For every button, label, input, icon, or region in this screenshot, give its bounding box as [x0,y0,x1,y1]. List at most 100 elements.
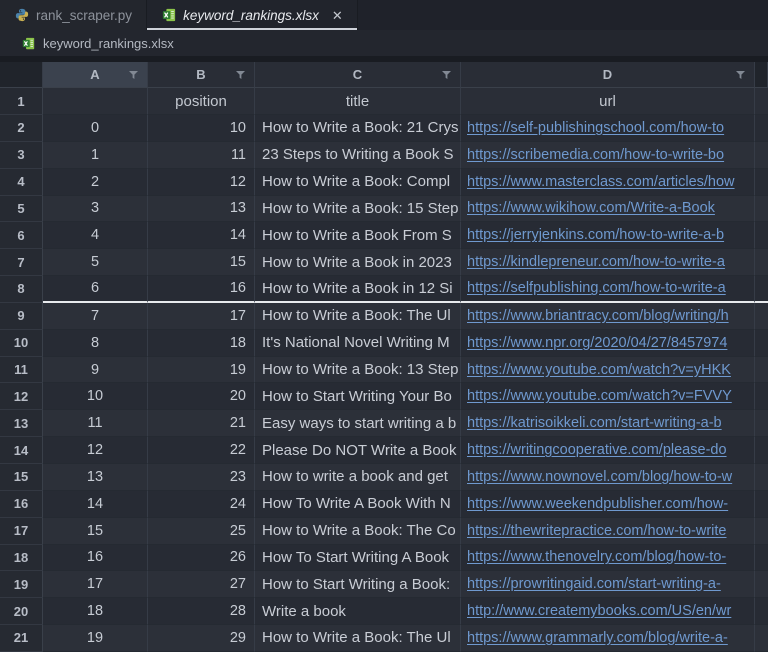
cell-index[interactable]: 10 [43,383,148,411]
url-link[interactable]: https://www.npr.org/2020/04/27/8457974 [467,335,727,351]
url-link[interactable]: https://www.youtube.com/watch?v=yHKK [467,362,731,378]
cell-index[interactable]: 11 [43,410,148,438]
cell-index[interactable]: 12 [43,437,148,464]
url-link[interactable]: https://prowritingaid.com/start-writing-… [467,576,721,592]
cell-title[interactable]: How to Write a Book From S [255,222,461,250]
row-number[interactable]: 15 [0,463,43,491]
tab-keyword-rankings[interactable]: keyword_rankings.xlsx ✕ [147,0,358,30]
cell-c1-title-header[interactable]: title [255,88,461,115]
cell-url[interactable]: https://jerryjenkins.com/how-to-write-a-… [461,222,755,250]
corner-cell[interactable] [0,62,43,88]
url-link[interactable]: https://www.briantracy.com/blog/writing/… [467,308,729,324]
cell-title[interactable]: How To Start Writing A Book [255,544,461,572]
url-link[interactable]: https://kindlepreneur.com/how-to-write-a [467,254,725,270]
cell-index[interactable]: 14 [43,490,148,518]
cell-index[interactable]: 0 [43,115,148,142]
cell-empty[interactable] [755,302,768,330]
row-number[interactable]: 5 [0,195,43,223]
cell-url[interactable]: https://self-publishingschool.com/how-to [461,115,755,142]
column-header-d[interactable]: D [461,62,755,88]
url-link[interactable]: https://www.wikihow.com/Write-a-Book [467,200,715,216]
filter-funnel-icon[interactable] [736,70,745,79]
filter-funnel-icon[interactable] [129,70,138,79]
cell-index[interactable]: 6 [43,276,148,303]
cell-empty[interactable] [755,356,768,384]
cell-empty[interactable] [755,276,768,303]
cell-index[interactable]: 18 [43,598,148,626]
cell-empty[interactable] [755,383,768,411]
cell-title[interactable]: How to Write a Book: The Ul [255,625,461,652]
row-number[interactable]: 3 [0,141,43,169]
cell-title[interactable]: Easy ways to start writing a b [255,410,461,438]
cell-position[interactable]: 17 [148,302,255,330]
cell-index[interactable]: 15 [43,517,148,545]
cell-position[interactable]: 11 [148,141,255,169]
cell-position[interactable]: 13 [148,195,255,223]
cell-url[interactable]: https://www.thenovelry.com/blog/how-to- [461,544,755,572]
column-header-c[interactable]: C [255,62,461,88]
cell-url[interactable]: https://www.briantracy.com/blog/writing/… [461,302,755,330]
filter-funnel-icon[interactable] [442,70,451,79]
cell-index[interactable]: 1 [43,141,148,169]
cell-position[interactable]: 22 [148,437,255,464]
row-number[interactable]: 18 [0,544,43,572]
column-header-a[interactable]: A [43,62,148,88]
cell-empty[interactable] [755,490,768,518]
cell-url[interactable]: https://scribemedia.com/how-to-write-bo [461,141,755,169]
tab-rank-scraper[interactable]: rank_scraper.py [0,0,148,30]
cell-title[interactable]: Write a book [255,598,461,626]
cell-index[interactable]: 9 [43,356,148,384]
cell-title[interactable]: Please Do NOT Write a Book [255,437,461,464]
cell-url[interactable]: https://www.npr.org/2020/04/27/8457974 [461,329,755,357]
cell-position[interactable]: 18 [148,329,255,357]
cell-d1-url-header[interactable]: url [461,88,755,115]
cell-position[interactable]: 21 [148,410,255,438]
row-number[interactable]: 11 [0,356,43,384]
row-number[interactable]: 16 [0,490,43,518]
cell-index[interactable]: 13 [43,463,148,491]
row-number[interactable]: 7 [0,249,43,277]
row-number[interactable]: 6 [0,222,43,250]
cell-url[interactable]: https://www.nownovel.com/blog/how-to-w [461,463,755,491]
cell-title[interactable]: How to Start Writing Your Bo [255,383,461,411]
cell-position[interactable]: 24 [148,490,255,518]
cell-a1[interactable] [43,88,148,115]
row-number[interactable]: 13 [0,410,43,438]
url-link[interactable]: http://www.createmybooks.com/US/en/wr [467,603,731,619]
cell-title[interactable]: How To Write A Book With N [255,490,461,518]
url-link[interactable]: https://www.masterclass.com/articles/how [467,174,735,190]
cell-title[interactable]: How to Write a Book: 21 Crys [255,115,461,142]
row-number[interactable]: 2 [0,115,43,142]
cell-index[interactable]: 2 [43,168,148,196]
cell-empty[interactable] [755,222,768,250]
cell-position[interactable]: 15 [148,249,255,277]
cell-url[interactable]: https://www.wikihow.com/Write-a-Book [461,195,755,223]
cell-title[interactable]: How to Write a Book: Compl [255,168,461,196]
cell-url[interactable]: https://katrisoikkeli.com/start-writing-… [461,410,755,438]
cell-url[interactable]: https://selfpublishing.com/how-to-write-… [461,276,755,303]
cell-title[interactable]: How to Write a Book: The Co [255,517,461,545]
cell-title[interactable]: How to Write a Book: 15 Step [255,195,461,223]
cell-url[interactable]: https://www.grammarly.com/blog/write-a- [461,625,755,652]
cell-title[interactable]: How to Write a Book in 12 Si [255,276,461,303]
row-number[interactable]: 14 [0,437,43,464]
url-link[interactable]: https://writingcooperative.com/please-do [467,442,727,458]
cell-empty[interactable] [755,249,768,277]
cell-empty[interactable] [755,329,768,357]
cell-empty[interactable] [755,141,768,169]
cell-position[interactable]: 10 [148,115,255,142]
cell-url[interactable]: https://writingcooperative.com/please-do [461,437,755,464]
row-number[interactable]: 9 [0,302,43,330]
cell-index[interactable]: 5 [43,249,148,277]
url-link[interactable]: https://self-publishingschool.com/how-to [467,120,724,136]
cell-title[interactable]: It's National Novel Writing M [255,329,461,357]
url-link[interactable]: https://katrisoikkeli.com/start-writing-… [467,415,722,431]
cell-position[interactable]: 25 [148,517,255,545]
cell-title[interactable]: How to Write a Book: 13 Step [255,356,461,384]
cell-url[interactable]: https://www.youtube.com/watch?v=yHKK [461,356,755,384]
cell-position[interactable]: 14 [148,222,255,250]
row-number[interactable]: 12 [0,383,43,411]
cell-index[interactable]: 19 [43,625,148,652]
breadcrumb[interactable]: keyword_rankings.xlsx [0,30,768,56]
cell-empty[interactable] [755,410,768,438]
